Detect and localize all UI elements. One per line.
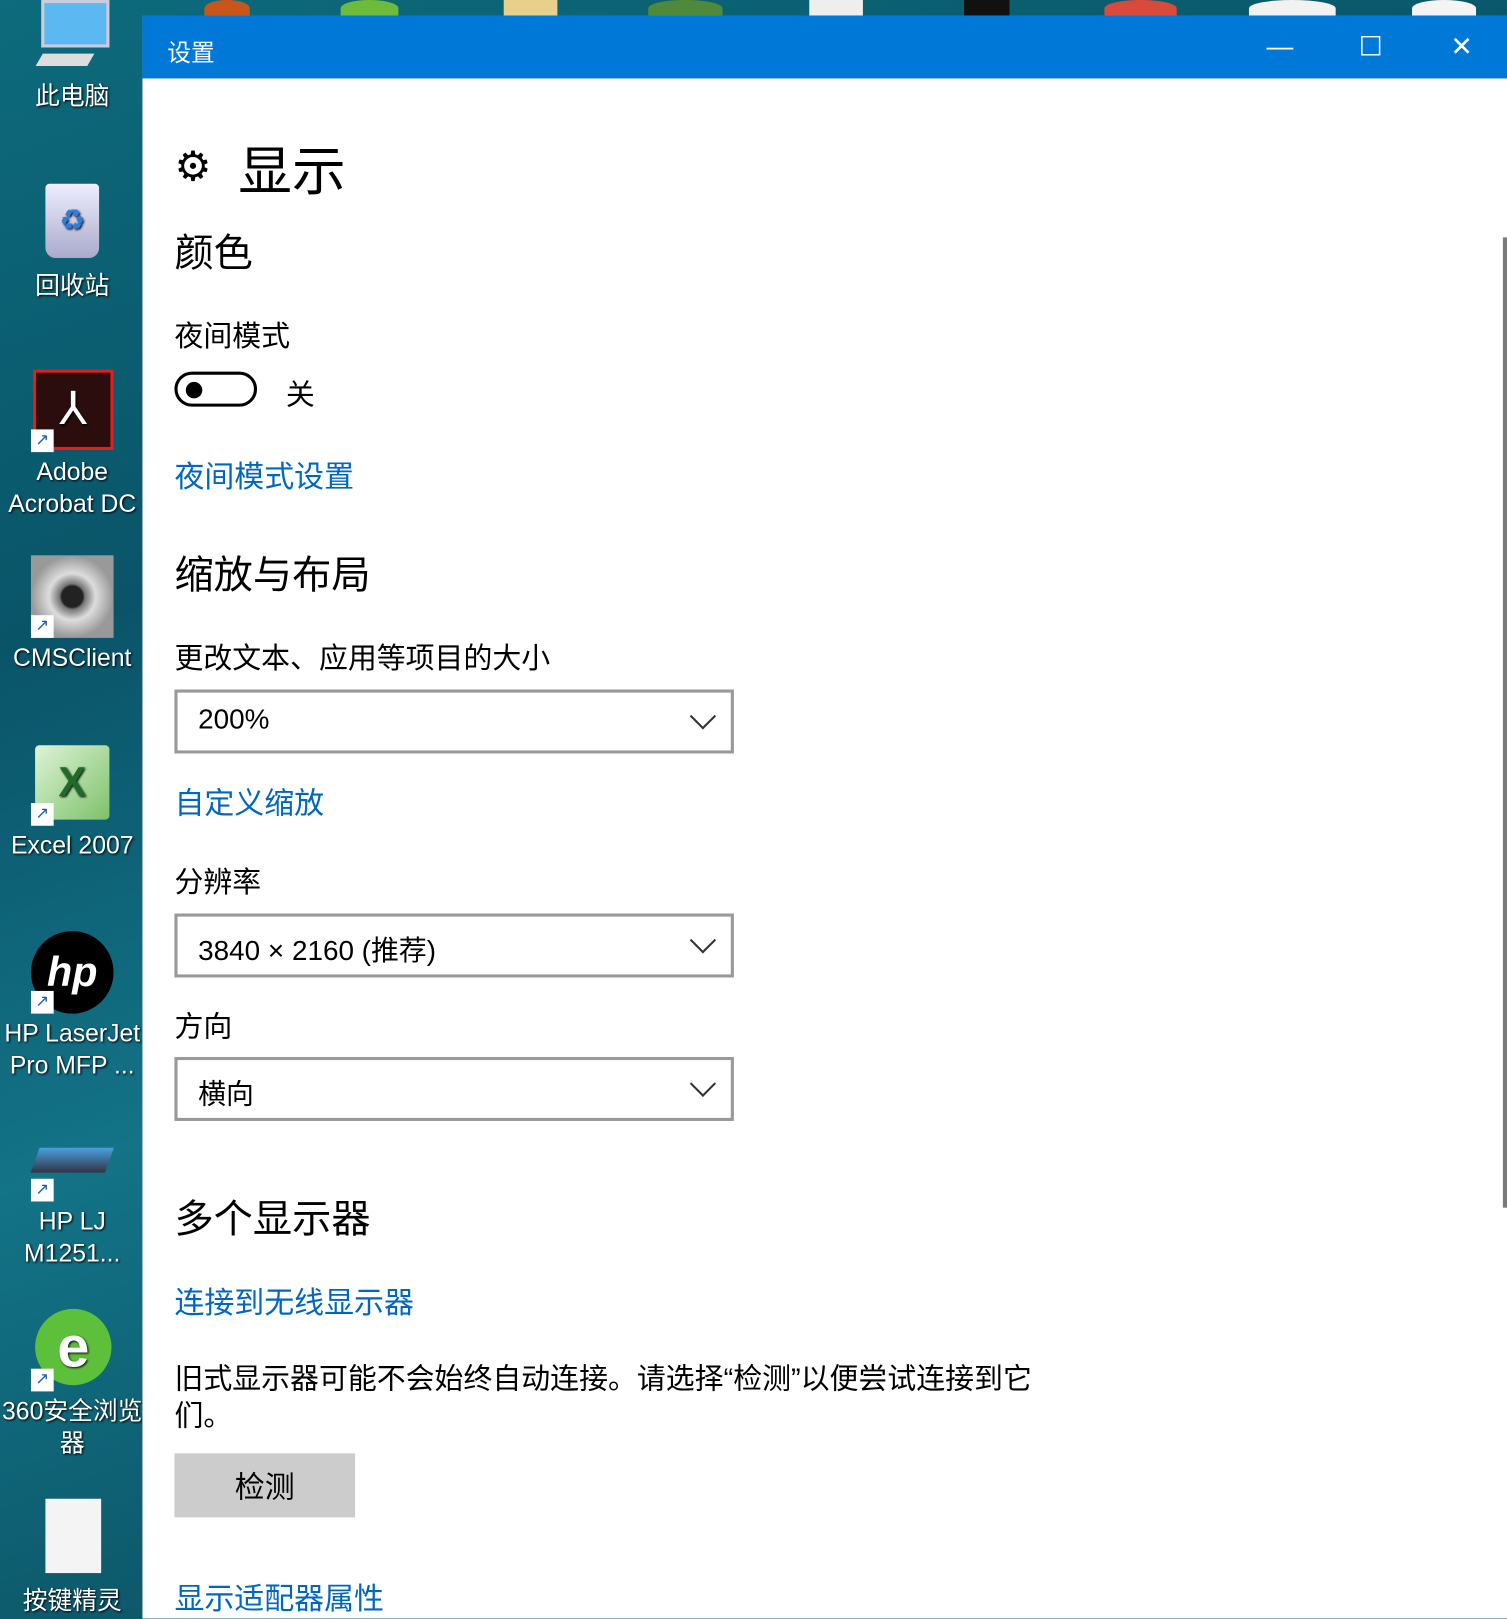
hp-icon: hp ↗ [30,931,114,1014]
maximize-button[interactable]: ☐ [1325,15,1416,78]
minimize-button[interactable]: — [1235,15,1326,78]
night-mode-settings-link[interactable]: 夜间模式设置 [174,453,354,496]
icon-label: CMSClient [13,644,132,672]
window-title: 设置 [167,39,215,67]
desktop: 此电脑 ♻ 回收站 ⅄ ↗ Adobe Acrobat DC ↗ CMSClient X… [0,0,1507,1619]
custom-scaling-link[interactable]: 自定义缩放 [174,779,324,822]
desktop-icon-hp-lj[interactable]: ↗ HP LJ M1251... [0,1119,145,1270]
section-heading-color: 颜色 [174,232,253,276]
minimize-icon: — [1266,30,1294,62]
acrobat-icon: ⅄ ↗ [30,369,114,453]
taskbar-app-icon[interactable] [648,0,723,17]
recycle-bin-icon: ♻ [31,183,114,267]
toggle-knob [185,381,203,399]
desktop-icon-excel[interactable]: X ↗ Excel 2007 [0,743,145,862]
shortcut-arrow-icon: ↗ [30,1178,54,1202]
detect-button[interactable]: 检测 [174,1453,356,1518]
taskbar-app-icon[interactable] [340,0,399,17]
title-bar[interactable]: 设置 — ☐ ✕ [142,15,1507,79]
page-title: 显示 [238,142,346,203]
chevron-down-icon [689,1070,717,1097]
page-header: ⚙ 显示 [174,128,345,205]
shortcut-arrow-icon: ↗ [30,429,54,453]
detect-info-text: 旧式显示器可能不会始终自动连接。请选择“检测”以便尝试连接到它们。 [174,1362,1032,1432]
dropdown-value: 横向 [198,1078,254,1110]
resolution-dropdown[interactable]: 3840 × 2160 (推荐) [174,913,734,978]
icon-label: Adobe Acrobat DC [8,458,137,519]
display-adapter-properties-link[interactable]: 显示适配器属性 [174,1575,384,1618]
settings-window: 设置 — ☐ ✕ ⚙ 显示 颜色 夜间模式 关 夜间模式设置 缩放与布局 更改文本… [142,15,1507,1619]
connect-wireless-display-link[interactable]: 连接到无线显示器 [174,1279,413,1322]
night-mode-label: 夜间模式 [174,319,291,352]
section-heading-scale: 缩放与布局 [174,554,371,598]
chevron-down-icon [689,703,717,730]
icon-label: 按键精灵 [22,1587,122,1616]
orientation-label: 方向 [174,1010,233,1043]
icon-label: HP LaserJet Pro MFP ... [4,1019,141,1080]
section-heading-multiple-displays: 多个显示器 [174,1198,371,1242]
computer-icon [31,0,114,76]
desktop-icon-acrobat[interactable]: ⅄ ↗ Adobe Acrobat DC [0,369,145,521]
orientation-dropdown[interactable]: 横向 [174,1056,734,1121]
icon-label: 此电脑 [35,82,110,111]
shortcut-arrow-icon: ↗ [30,803,54,826]
shortcut-arrow-icon: ↗ [30,615,54,638]
shortcut-arrow-icon: ↗ [30,1368,54,1392]
taskbar-app-icon[interactable] [204,0,250,17]
night-mode-toggle[interactable] [174,371,258,407]
browser-360-icon: e ↗ [30,1308,114,1392]
desktop-icon-anjian[interactable]: 按键精灵 [0,1498,145,1618]
scanner-icon: ↗ [30,1119,114,1202]
taskbar-app-icon[interactable] [809,0,863,17]
desktop-icon-this-pc[interactable]: 此电脑 [0,0,145,113]
chevron-down-icon [689,927,717,954]
close-button[interactable]: ✕ [1416,15,1507,78]
icon-label: 回收站 [35,272,110,301]
dropdown-value: 3840 × 2160 (推荐) [198,935,436,967]
desktop-icon-hp-laserjet[interactable]: hp ↗ HP LaserJet Pro MFP ... [0,931,145,1082]
taskbar-app-icon[interactable] [1104,0,1177,17]
night-mode-state: 关 [285,378,315,411]
maximize-icon: ☐ [1358,30,1383,62]
scrollbar[interactable] [1502,237,1507,1208]
camera-icon: ↗ [30,555,114,638]
taskbar-app-icon[interactable] [1248,0,1336,17]
settings-content: ⚙ 显示 颜色 夜间模式 关 夜间模式设置 缩放与布局 更改文本、应用等项目的大小… [174,78,1507,1618]
icon-label: 360安全浏览器 [2,1397,143,1458]
desktop-icon-recycle-bin[interactable]: ♻ 回收站 [0,183,145,303]
shortcut-arrow-icon: ↗ [30,990,54,1014]
gear-icon: ⚙ [174,143,212,190]
dropdown-value: 200% [198,703,270,735]
icon-label: Excel 2007 [10,831,134,860]
close-icon: ✕ [1450,30,1473,62]
excel-icon: X ↗ [30,743,114,826]
taskbar-app-icon[interactable] [503,0,558,17]
size-label: 更改文本、应用等项目的大小 [174,642,551,675]
desktop-icon-cmsclient[interactable]: ↗ CMSClient [0,555,145,674]
scale-dropdown[interactable]: 200% [174,689,734,754]
file-icon [31,1498,114,1582]
resolution-label: 分辨率 [174,866,262,899]
desktop-icon-360-browser[interactable]: e ↗ 360安全浏览器 [0,1308,145,1460]
taskbar-app-icon[interactable] [964,0,1010,17]
taskbar-app-icon[interactable] [1412,0,1477,17]
icon-label: HP LJ M1251... [24,1207,121,1268]
